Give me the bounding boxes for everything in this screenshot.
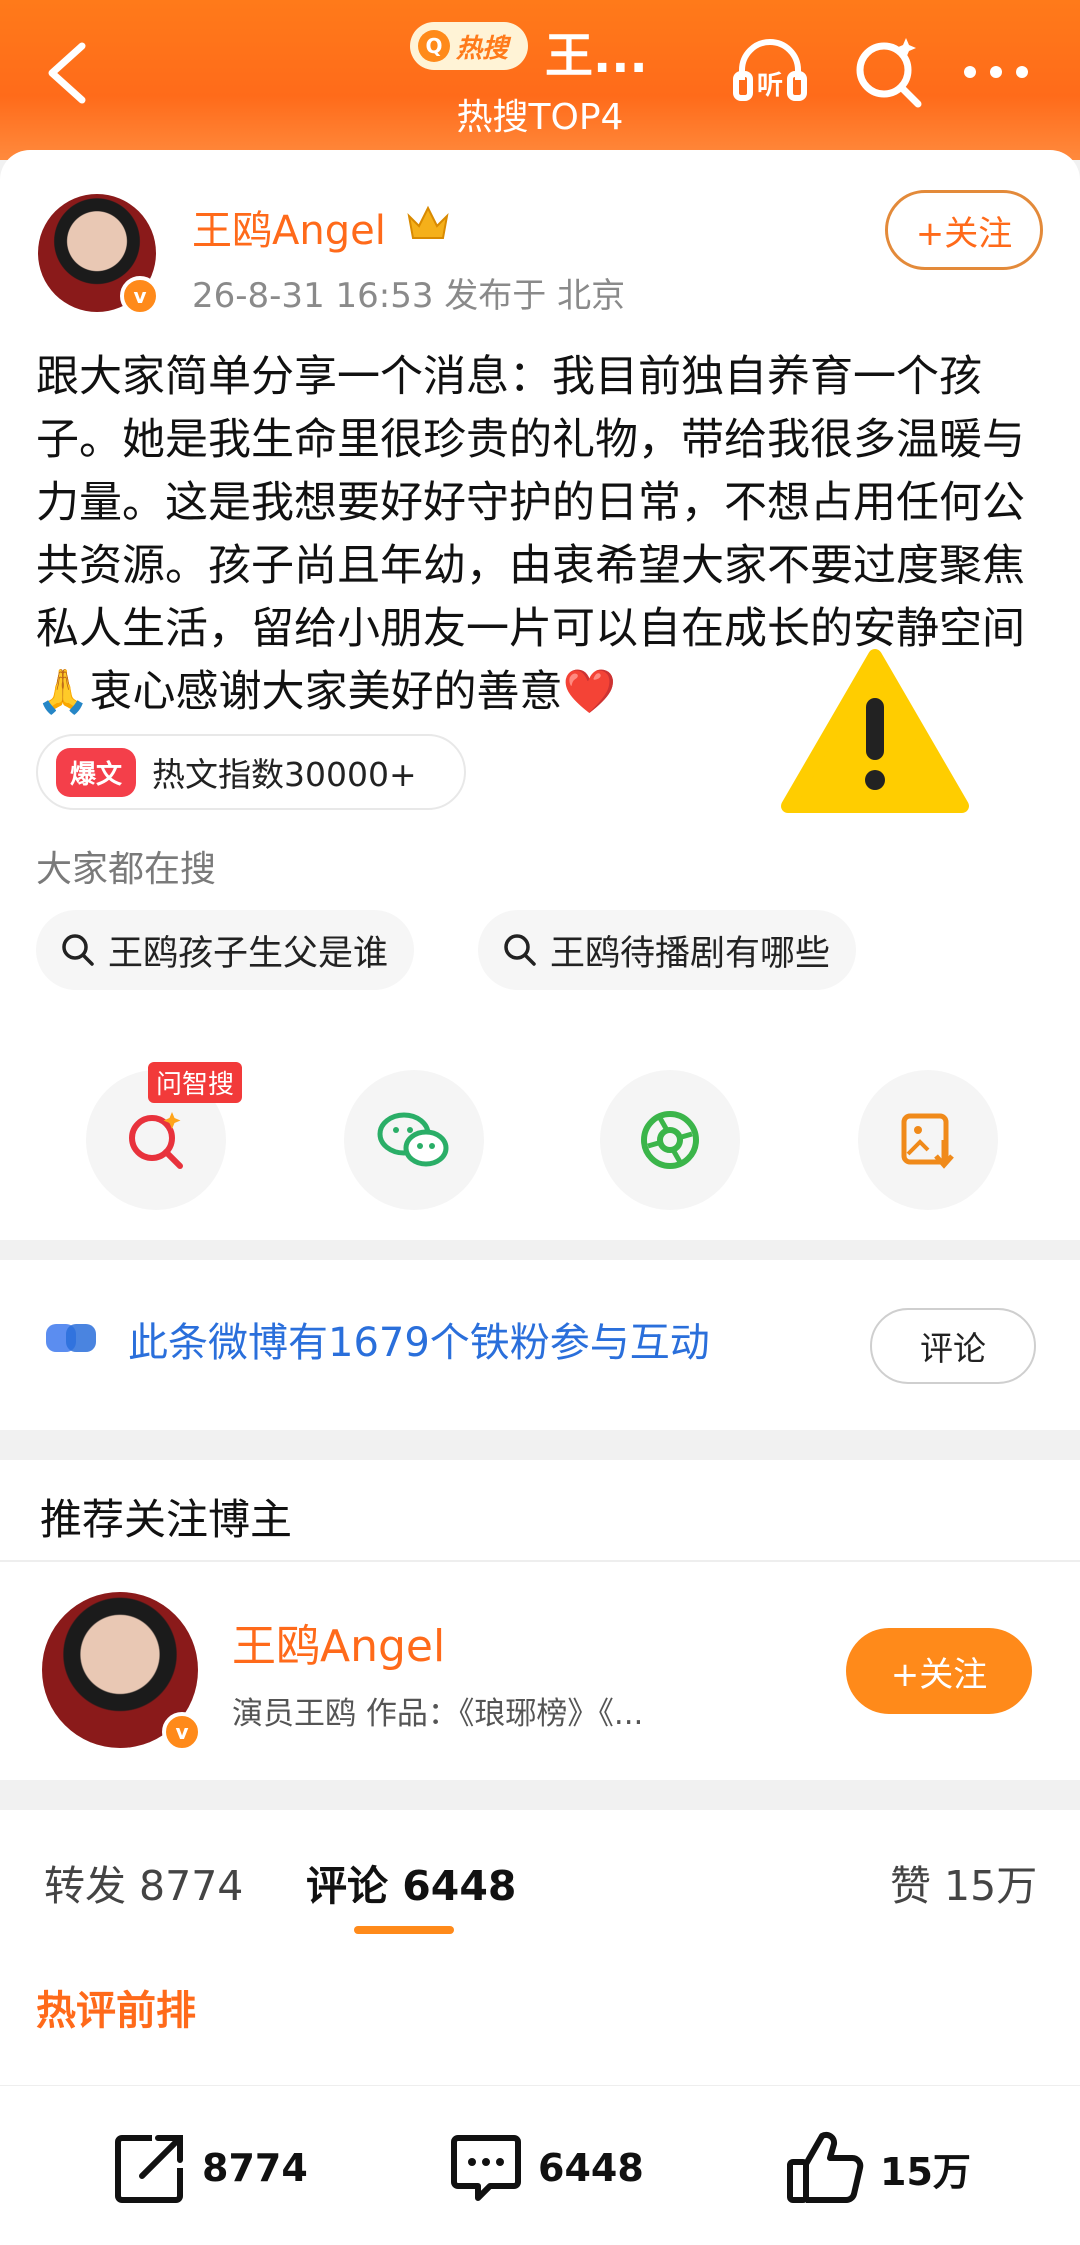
divider	[0, 1560, 1080, 1562]
save-image-button[interactable]	[858, 1070, 998, 1210]
post-meta: 26-8-31 16:53 发布于 北京	[192, 276, 626, 316]
like-button[interactable]: 15万	[786, 2130, 971, 2206]
comment-icon	[451, 2135, 521, 2201]
verified-badge: v	[120, 276, 160, 316]
avatar[interactable]: v	[38, 194, 160, 316]
active-tab-indicator	[354, 1926, 454, 1934]
search-chip[interactable]: 王鸥孩子生父是谁	[36, 910, 415, 990]
like-count: 15万	[880, 2149, 971, 2194]
like-icon	[787, 2131, 864, 2203]
listen-icon[interactable]: 听	[730, 32, 810, 112]
search-icon	[62, 934, 94, 966]
follow-button[interactable]: +关注	[846, 1628, 1032, 1714]
fans-interaction-text[interactable]: 此条微博有1679个铁粉参与互动	[128, 1310, 710, 1368]
fans-icon	[46, 1324, 96, 1352]
repost-icon	[115, 2135, 183, 2203]
comment-button[interactable]: 评论	[870, 1308, 1036, 1384]
svg-text:听: 听	[757, 71, 783, 101]
search-chip-label: 王鸥待播剧有哪些	[550, 933, 831, 974]
search-sparkle-icon[interactable]	[850, 34, 926, 110]
everyone-searching-label: 大家都在搜	[36, 849, 217, 890]
search-chip-label: 王鸥孩子生父是谁	[108, 933, 389, 974]
hot-index-badge[interactable]: 爆文 热文指数30000+	[36, 734, 466, 810]
repost-count: 8774	[202, 2146, 308, 2190]
page-title: 王...	[545, 28, 648, 84]
hot-index-text: 热文指数30000+	[152, 755, 417, 794]
share-wechat-button[interactable]	[344, 1070, 484, 1210]
search-chip[interactable]: 王鸥待播剧有哪些	[478, 910, 857, 990]
comment-count: 6448	[538, 2146, 644, 2190]
post-card: v 王鸥Angel 26-8-31 16:53 发布于 北京 +关注 跟大家简单…	[0, 150, 1080, 1240]
top-bar: Q 热搜 王... 热搜TOP4 听	[0, 0, 1080, 160]
moments-icon	[641, 1111, 699, 1169]
share-moments-button[interactable]	[600, 1070, 740, 1210]
follow-button[interactable]: +关注	[885, 190, 1043, 270]
crown-icon	[407, 205, 449, 239]
search-sparkle-icon	[129, 1112, 183, 1169]
fans-interaction-bar: 此条微博有1679个铁粉参与互动 评论	[0, 1260, 1080, 1430]
avatar[interactable]: v	[42, 1592, 202, 1752]
verified-badge: v	[162, 1712, 202, 1752]
search-icon: Q	[418, 30, 450, 62]
hot-comments-label: 热评前排	[36, 1988, 196, 2034]
recommend-title: 推荐关注博主	[40, 1495, 293, 1544]
tab-comment[interactable]: 评论 6448	[306, 1852, 516, 1912]
recommended-bloggers: 推荐关注博主 v 王鸥Angel 演员王鸥 作品：《琅琊榜》《... +关注	[0, 1460, 1080, 1780]
warning-icon	[781, 649, 969, 813]
save-image-icon	[901, 1113, 954, 1169]
search-icon	[504, 934, 536, 966]
recommend-desc: 演员王鸥 作品：《琅琊榜》《...	[232, 1696, 644, 1732]
bottom-action-bar: 8774 6448 15万	[0, 2085, 1080, 2245]
ask-search-tag: 问智搜	[148, 1062, 243, 1103]
hot-search-tag[interactable]: Q 热搜	[410, 22, 528, 70]
more-dots-icon[interactable]	[960, 52, 1032, 92]
author-name[interactable]: 王鸥Angel	[192, 198, 386, 256]
hot-search-tag-label: 热搜	[456, 33, 509, 64]
comment-action-button[interactable]: 6448	[448, 2130, 644, 2206]
recommend-name[interactable]: 王鸥Angel	[232, 1610, 445, 1674]
interaction-tabs: 转发 8774 评论 6448 赞 15万 热评前排	[0, 1810, 1080, 2090]
hot-article-pill: 爆文	[56, 747, 137, 797]
tab-like[interactable]: 赞 15万	[890, 1852, 1037, 1912]
repost-button[interactable]: 8774	[112, 2130, 308, 2206]
wechat-icon	[377, 1112, 449, 1167]
tab-repost[interactable]: 转发 8774	[44, 1852, 243, 1912]
